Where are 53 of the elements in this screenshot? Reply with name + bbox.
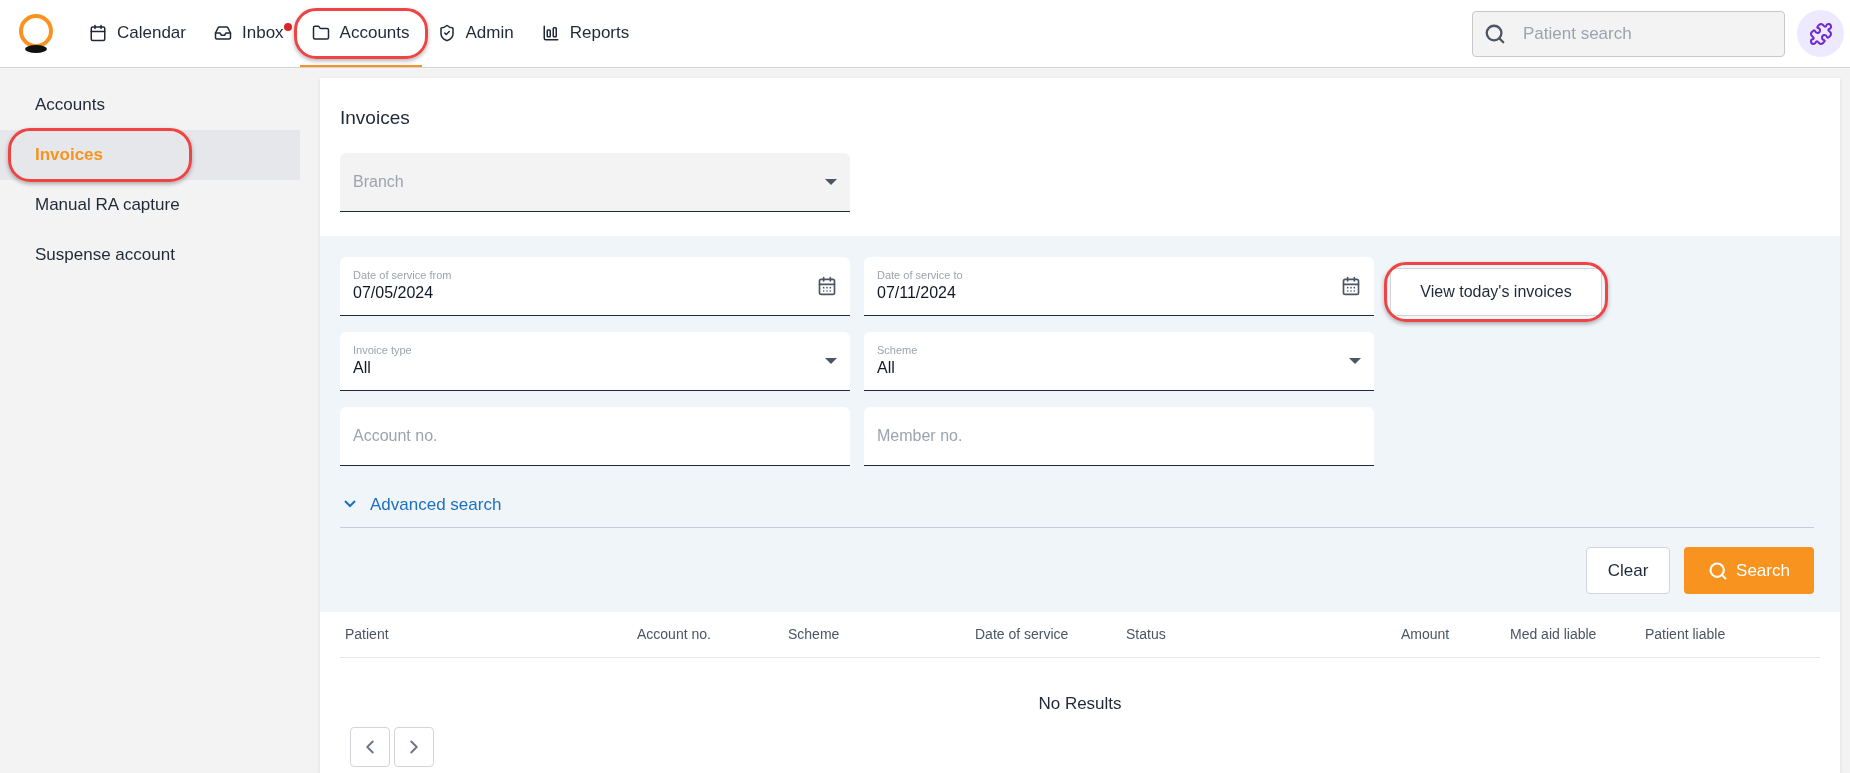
nav-tab[interactable]: Calendar [77, 0, 198, 67]
calendar-icon [89, 23, 107, 42]
search-icon [1484, 22, 1506, 45]
nav-tab[interactable]: Inbox [202, 0, 296, 67]
select-field[interactable]: Scheme All [864, 331, 1374, 391]
chevron-down-icon [344, 500, 356, 509]
column-header: Patient liable [1645, 625, 1727, 644]
empty-message: No Results [1037, 693, 1123, 715]
view-today-button[interactable]: View today's invoices [1390, 267, 1602, 316]
folder-icon [311, 23, 330, 42]
field-label: Date of service to [877, 267, 963, 282]
avatar[interactable] [1797, 10, 1844, 57]
input-field[interactable]: Account no. [340, 406, 850, 466]
dropdown-caret-icon[interactable] [825, 357, 837, 364]
clear-button[interactable]: Clear [1586, 547, 1670, 594]
sidebar-item[interactable]: Accounts [0, 80, 300, 130]
sidebar-item[interactable]: Manual RA capture [0, 180, 300, 230]
date-field[interactable]: Date of service from 07/05/2024 [340, 256, 850, 316]
dropdown-caret-icon[interactable] [1349, 357, 1361, 364]
page-title: Invoices [340, 106, 411, 130]
field-label: Date of service from [353, 267, 452, 282]
field-value: All [877, 357, 896, 378]
field-value: 07/05/2024 [353, 282, 435, 303]
column-header: Status [1126, 625, 1167, 644]
sidebar-item[interactable]: Suspense account [0, 230, 300, 280]
column-header: Amount [1401, 625, 1451, 644]
select-placeholder: Branch [353, 171, 404, 192]
dropdown-caret-icon [825, 178, 837, 185]
column-header: Account no. [637, 625, 712, 644]
field-label: Scheme [877, 342, 918, 357]
column-header: Date of service [975, 625, 1070, 644]
field-label: Invoice type [353, 342, 412, 357]
shield-icon [437, 23, 456, 42]
column-header: Scheme [788, 625, 841, 644]
nav-tab[interactable]: Admin [425, 0, 526, 67]
date-field[interactable]: Date of service to 07/11/2024 [864, 256, 1374, 316]
select-field[interactable]: Invoice type All [340, 331, 850, 391]
search-icon [1708, 560, 1729, 581]
advanced-search-link[interactable]: Advanced search [340, 491, 502, 517]
nav-tab[interactable]: Reports [529, 0, 642, 67]
bar-chart-icon [541, 23, 560, 42]
puzzle-icon [1808, 21, 1833, 46]
column-header: Patient [345, 625, 390, 644]
nav-tab[interactable]: Accounts [299, 0, 422, 67]
search-field[interactable]: Patient search [1472, 10, 1785, 57]
field-value: 07/11/2024 [877, 282, 957, 303]
input-field[interactable]: Member no. [864, 406, 1374, 466]
logo-icon [17, 13, 55, 54]
calendar-icon[interactable] [817, 275, 837, 296]
calendar-icon[interactable] [1341, 275, 1361, 296]
inbox-tray-icon [214, 23, 232, 42]
field-value: All [353, 357, 372, 378]
column-header: Med aid liable [1510, 625, 1598, 644]
